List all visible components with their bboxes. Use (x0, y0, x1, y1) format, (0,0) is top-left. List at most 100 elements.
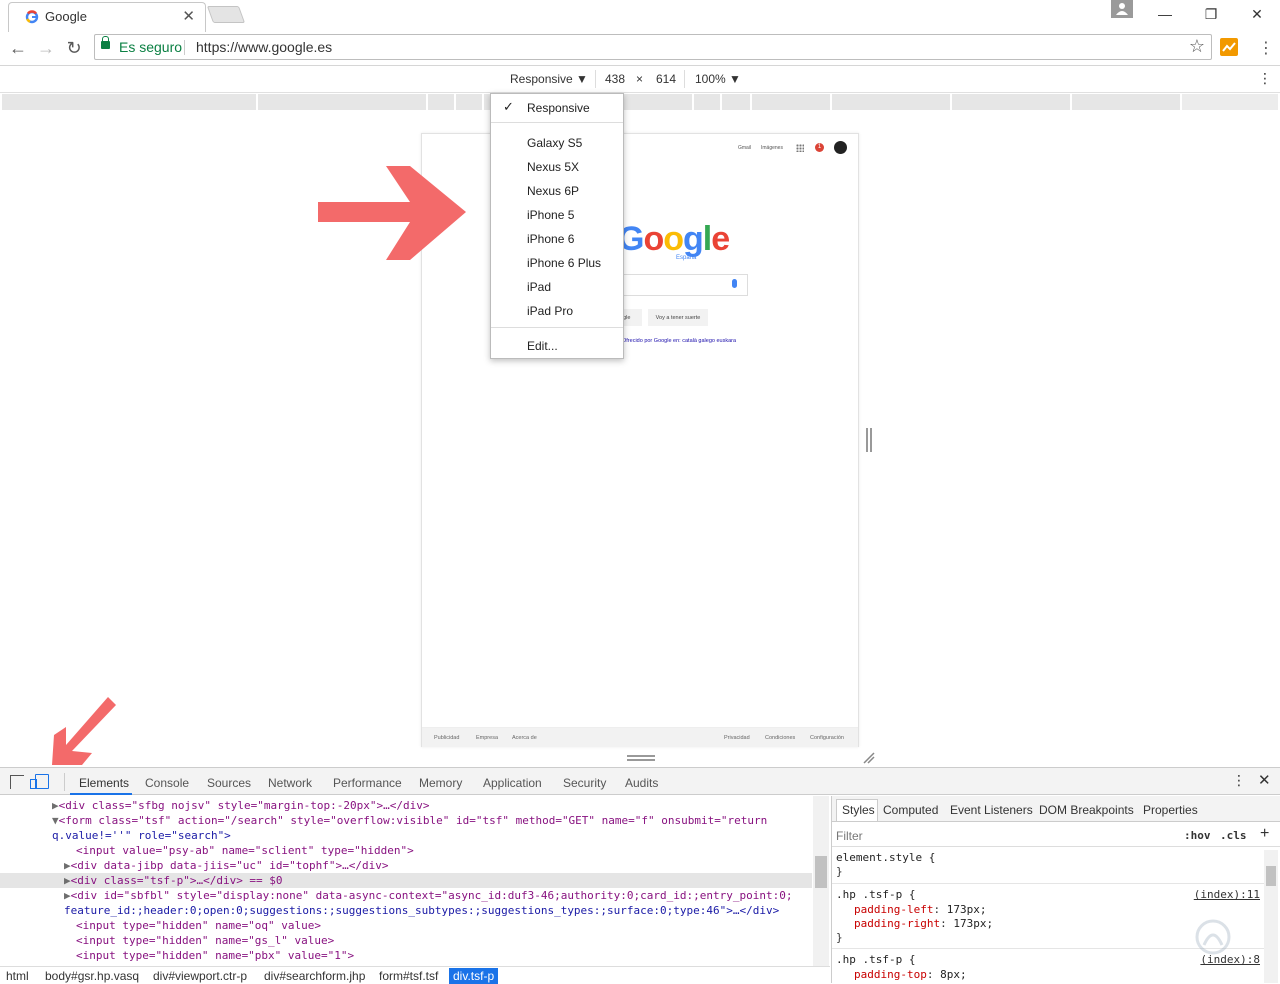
forward-icon[interactable]: → (34, 36, 58, 60)
tab-close-icon[interactable]: ✕ (182, 7, 195, 25)
tab-network[interactable]: Network (268, 776, 312, 790)
tab-audits[interactable]: Audits (625, 776, 658, 790)
google-search-input[interactable] (618, 274, 748, 296)
css-declaration[interactable]: padding-top: 8px; (854, 968, 967, 982)
elements-tree[interactable]: ▶<div class="sfbg nojsv" style="margin-t… (0, 796, 830, 966)
images-link[interactable]: Imágenes (761, 145, 783, 151)
language-links[interactable]: Ofrecido por Google en: català galego eu… (622, 338, 736, 344)
dom-node-continuation[interactable]: q.value!=''" role="search"> (52, 828, 231, 843)
menu-item-ipad[interactable]: iPad (527, 280, 551, 294)
restore-icon[interactable]: ❐ (1188, 0, 1234, 28)
device-mode-toggle-icon[interactable] (30, 774, 49, 789)
new-tab-button[interactable] (206, 6, 246, 23)
expand-triangle-icon[interactable]: ▶ (64, 859, 71, 872)
tab-elements[interactable]: Elements (79, 776, 129, 790)
gmail-link[interactable]: Gmail (738, 145, 751, 151)
breadcrumb-item-selected[interactable]: div.tsf-p (449, 968, 499, 984)
styles-scrollbar[interactable] (1264, 850, 1278, 983)
bookmark-star-icon[interactable]: ☆ (1189, 36, 1205, 57)
elements-scrollbar[interactable] (813, 796, 829, 966)
dom-node-continuation[interactable]: feature_id:;header:0;open:0;suggestions:… (64, 903, 779, 918)
width-input[interactable]: 438 (605, 72, 625, 86)
height-input[interactable]: 614 (656, 72, 676, 86)
filter-input[interactable]: Filter (836, 829, 863, 843)
profile-icon[interactable] (1111, 0, 1133, 18)
notification-badge[interactable]: 1 (815, 143, 824, 152)
footer-link[interactable]: Condiciones (765, 735, 795, 741)
expand-triangle-icon[interactable]: ▶ (64, 874, 71, 887)
dom-node[interactable]: ▶<div id="sbfbl" style="display:none" da… (64, 888, 792, 903)
subtab-properties[interactable]: Properties (1143, 803, 1198, 817)
menu-item-ipad-pro[interactable]: iPad Pro (527, 304, 573, 318)
close-window-icon[interactable]: ✕ (1234, 0, 1280, 28)
breadcrumb-item[interactable]: div#viewport.ctr-p (149, 968, 251, 984)
breadcrumb-item[interactable]: body#gsr.hp.vasq (41, 968, 143, 984)
footer-link[interactable]: Configuración (810, 735, 844, 741)
reload-icon[interactable]: ↻ (62, 36, 86, 60)
subtab-styles[interactable]: Styles (842, 803, 875, 817)
tab-sources[interactable]: Sources (207, 776, 251, 790)
menu-item-iphone-6[interactable]: iPhone 6 (527, 232, 574, 246)
avatar[interactable] (834, 141, 847, 154)
back-icon[interactable]: ← (6, 36, 30, 60)
scrollbar-thumb[interactable] (1266, 866, 1276, 886)
media-query-bar[interactable] (2, 94, 1278, 110)
browser-tab[interactable]: Google ✕ (8, 2, 206, 32)
address-bar[interactable]: Es seguro https://www.google.es ☆ (94, 34, 1212, 60)
css-declaration[interactable]: padding-right: 173px; (854, 917, 993, 931)
device-viewport[interactable]: Gmail Imágenes 1 Google España Buscar co… (421, 133, 859, 747)
apps-grid-icon[interactable] (796, 144, 804, 152)
microphone-icon[interactable] (732, 279, 737, 288)
rule-source-link[interactable]: (index):11 (1194, 888, 1260, 901)
dom-node-selected[interactable]: ▶<div class="tsf-p">…</div> == $0 (0, 873, 812, 888)
secure-label[interactable]: Es seguro (119, 39, 182, 55)
dom-node[interactable]: <input type="hidden" name="oq" value> (76, 918, 321, 933)
subtab-computed[interactable]: Computed (883, 803, 938, 817)
collapse-triangle-icon[interactable]: ▼ (52, 814, 59, 827)
dom-node[interactable]: <input value="psy-ab" name="sclient" typ… (76, 843, 414, 858)
device-mode-select[interactable]: Responsive ▼ (510, 72, 588, 86)
menu-item-nexus-6p[interactable]: Nexus 6P (527, 184, 579, 198)
lucky-button[interactable]: Voy a tener suerte (648, 309, 708, 326)
menu-item-iphone-5[interactable]: iPhone 5 (527, 208, 574, 222)
width-resize-handle[interactable] (866, 428, 872, 452)
subtab-event-listeners[interactable]: Event Listeners (950, 803, 1033, 817)
menu-item-iphone-6-plus[interactable]: iPhone 6 Plus (527, 256, 601, 270)
height-resize-handle[interactable] (627, 755, 655, 761)
extension-icon[interactable] (1220, 38, 1238, 56)
footer-link[interactable]: Empresa (476, 735, 498, 741)
element-style-rule[interactable]: element.style { (836, 851, 935, 865)
menu-item-galaxy-s5[interactable]: Galaxy S5 (527, 136, 582, 150)
css-declaration[interactable]: padding-left: 173px; (854, 903, 986, 917)
menu-item-nexus-5x[interactable]: Nexus 5X (527, 160, 579, 174)
breadcrumb-item[interactable]: form#tsf.tsf (375, 968, 442, 984)
expand-triangle-icon[interactable]: ▶ (64, 889, 71, 902)
devtools-menu-icon[interactable]: ⋮ (1232, 772, 1246, 789)
tab-console[interactable]: Console (145, 776, 189, 790)
hov-toggle[interactable]: :hov (1184, 829, 1211, 842)
menu-item-responsive[interactable]: Responsive (527, 101, 590, 115)
dom-node[interactable]: <input type="hidden" name="gs_l" value> (76, 933, 334, 948)
dom-node[interactable]: ▶<div data-jibp data-jiis="uc" id="tophf… (64, 858, 389, 873)
url-text[interactable]: https://www.google.es (196, 39, 332, 55)
devtools-close-icon[interactable]: ✕ (1258, 771, 1271, 789)
tab-application[interactable]: Application (483, 776, 542, 790)
minimize-icon[interactable]: — (1142, 0, 1188, 28)
subtab-dom-breakpoints[interactable]: DOM Breakpoints (1039, 803, 1134, 817)
dom-node[interactable]: <input type="hidden" name="pbx" value="1… (76, 948, 354, 963)
tab-memory[interactable]: Memory (419, 776, 462, 790)
breadcrumb-item[interactable]: html (2, 968, 33, 984)
footer-link[interactable]: Privacidad (724, 735, 750, 741)
breadcrumb-item[interactable]: div#searchform.jhp (260, 968, 369, 984)
corner-resize-icon[interactable] (862, 751, 876, 765)
cls-toggle[interactable]: .cls (1220, 829, 1247, 842)
css-rule[interactable]: .hp .tsf-p { (836, 888, 915, 902)
menu-item-edit[interactable]: Edit... (527, 339, 558, 353)
add-rule-icon[interactable]: + (1260, 825, 1269, 843)
browser-menu-icon[interactable]: ⋮ (1258, 38, 1274, 58)
scrollbar-thumb[interactable] (815, 856, 827, 888)
device-toolbar-menu-icon[interactable]: ⋮ (1258, 70, 1272, 87)
css-rule[interactable]: .hp .tsf-p { (836, 953, 915, 967)
dom-node[interactable]: ▼<form class="tsf" action="/search" styl… (52, 813, 767, 828)
expand-triangle-icon[interactable]: ▶ (52, 799, 59, 812)
